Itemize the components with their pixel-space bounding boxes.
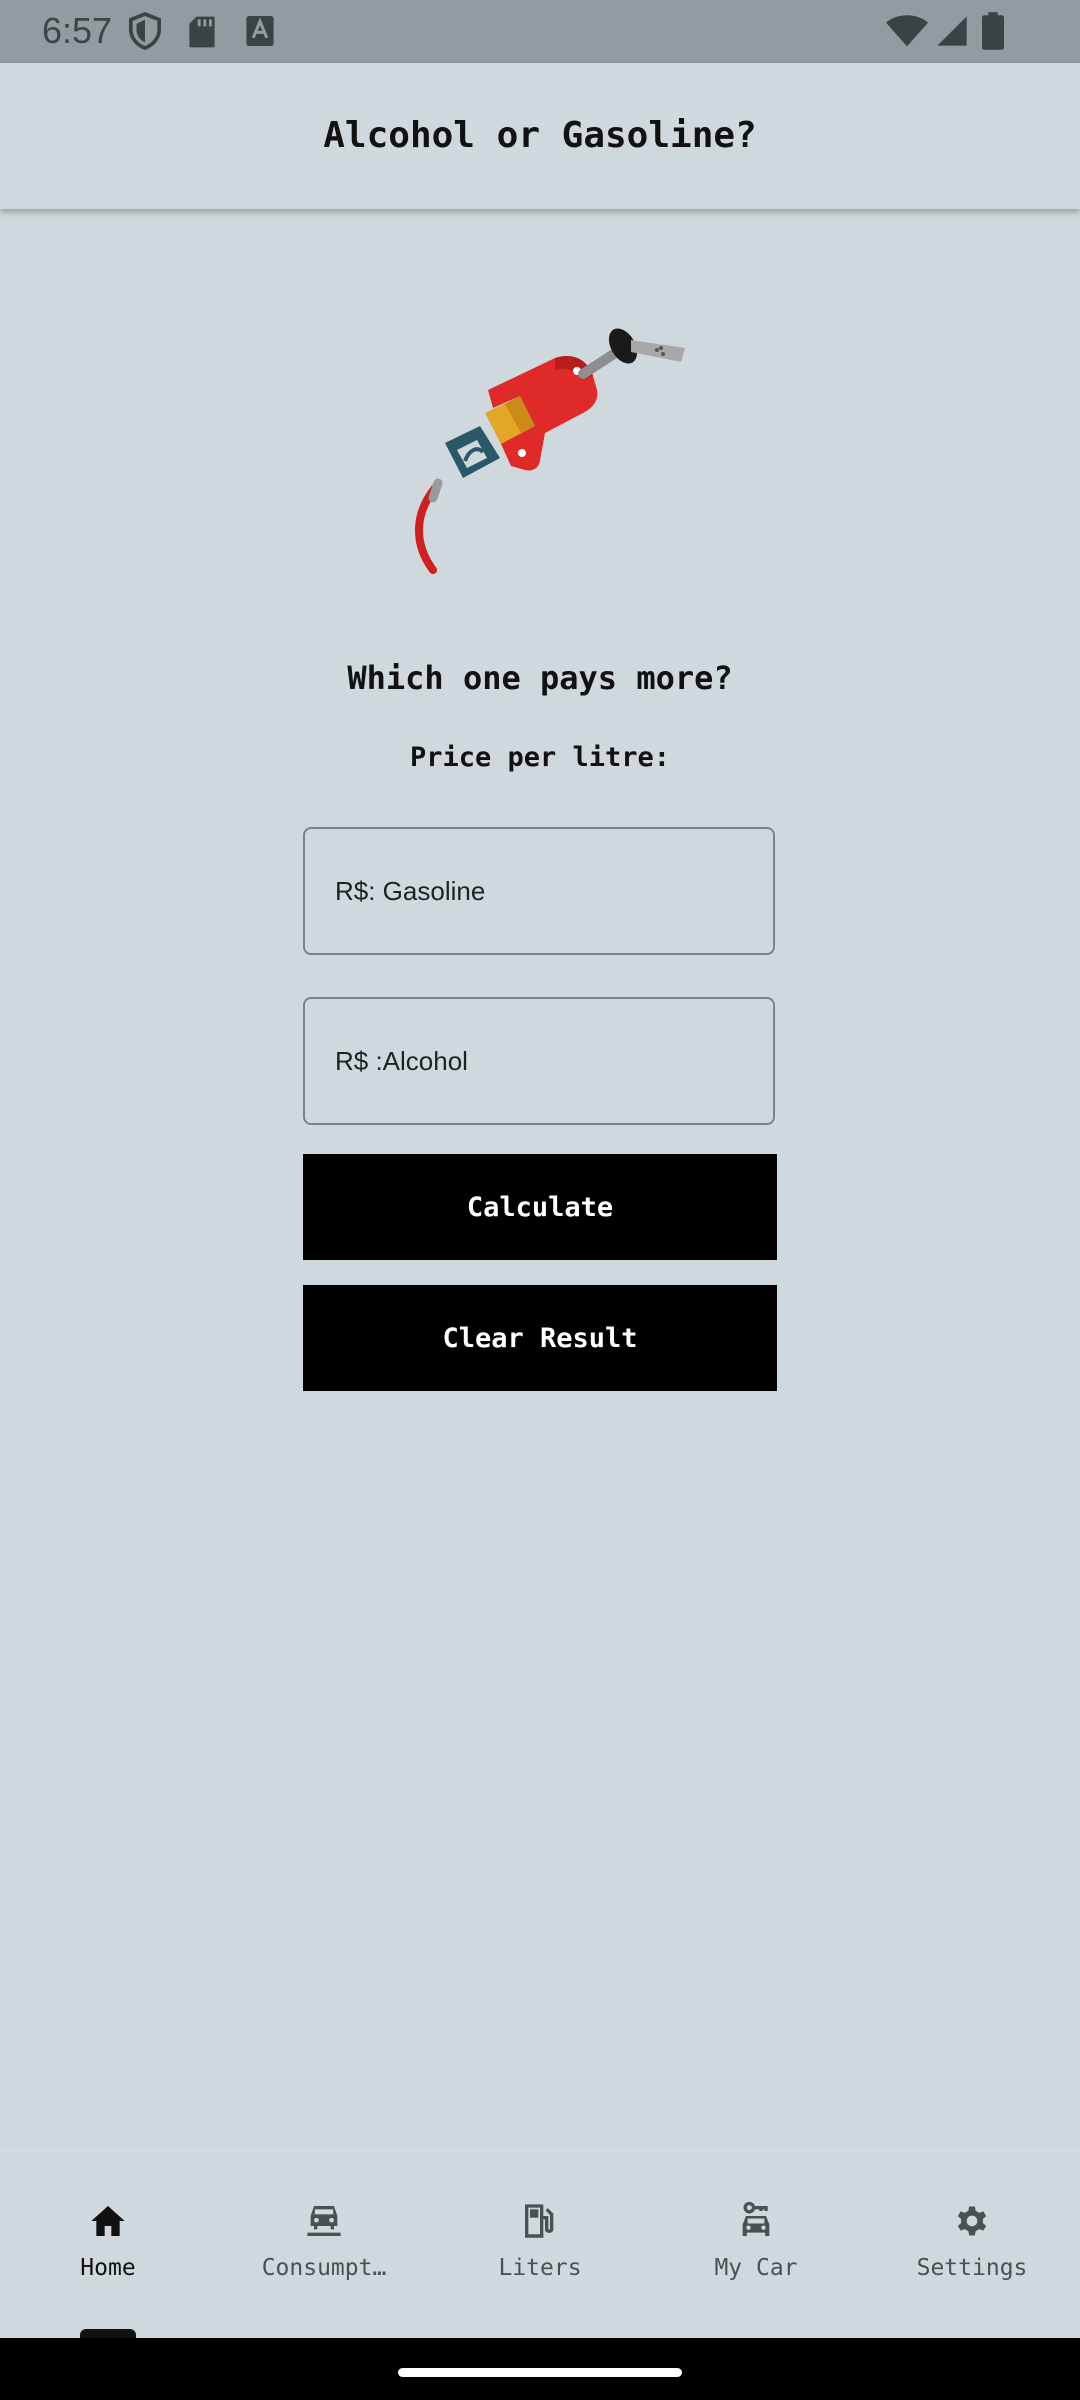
car-on-lift-icon — [307, 2206, 341, 2236]
app-title: Alcohol or Gasoline? — [323, 115, 757, 156]
system-gesture-bar — [0, 2338, 1080, 2400]
battery-icon — [982, 12, 1004, 50]
keyboard-a-icon — [246, 16, 274, 46]
home-icon — [91, 2206, 125, 2236]
car-key-icon — [742, 2201, 770, 2236]
cell-signal-icon — [937, 16, 967, 46]
price-per-litre-label: Price per litre: — [409, 742, 671, 773]
home-gesture-handle[interactable] — [398, 2368, 682, 2377]
nav-label-consumption: Consumpt… — [261, 2255, 387, 2281]
gasoline-price-input[interactable] — [335, 829, 745, 953]
fuel-pump-nozzle-illustration — [415, 328, 685, 574]
page-heading: Which one pays more? — [347, 659, 733, 697]
calculate-button[interactable]: Calculate — [303, 1154, 777, 1260]
nav-label-liters: Liters — [498, 2255, 582, 2281]
nav-item-home[interactable]: Home — [0, 2151, 216, 2341]
app-bar: Alcohol or Gasoline? — [0, 63, 1080, 209]
gas-station-icon — [525, 2204, 554, 2238]
status-time: 6:57 — [42, 10, 113, 51]
nav-label-home: Home — [80, 2255, 136, 2281]
gear-icon — [957, 2206, 987, 2236]
gasoline-price-field[interactable] — [303, 827, 775, 955]
nav-label-settings: Settings — [916, 2255, 1028, 2281]
nav-item-liters[interactable]: Liters — [432, 2151, 648, 2339]
clear-result-button[interactable]: Clear Result — [303, 1285, 777, 1391]
wifi-icon — [886, 15, 928, 47]
nav-item-settings[interactable]: Settings — [864, 2151, 1080, 2339]
alcohol-price-field[interactable] — [303, 997, 775, 1125]
nav-item-consumption[interactable]: Consumpt… — [216, 2151, 432, 2339]
status-bar: 6:57 — [0, 0, 1080, 63]
sd-card-icon — [189, 16, 215, 48]
alcohol-price-input[interactable] — [335, 999, 745, 1123]
shield-icon — [128, 12, 162, 50]
nav-label-my-car: My Car — [714, 2255, 798, 2281]
bottom-navigation: Home Consumpt… Liters My Car Settings — [0, 2150, 1080, 2341]
nav-item-my-car[interactable]: My Car — [648, 2151, 864, 2339]
